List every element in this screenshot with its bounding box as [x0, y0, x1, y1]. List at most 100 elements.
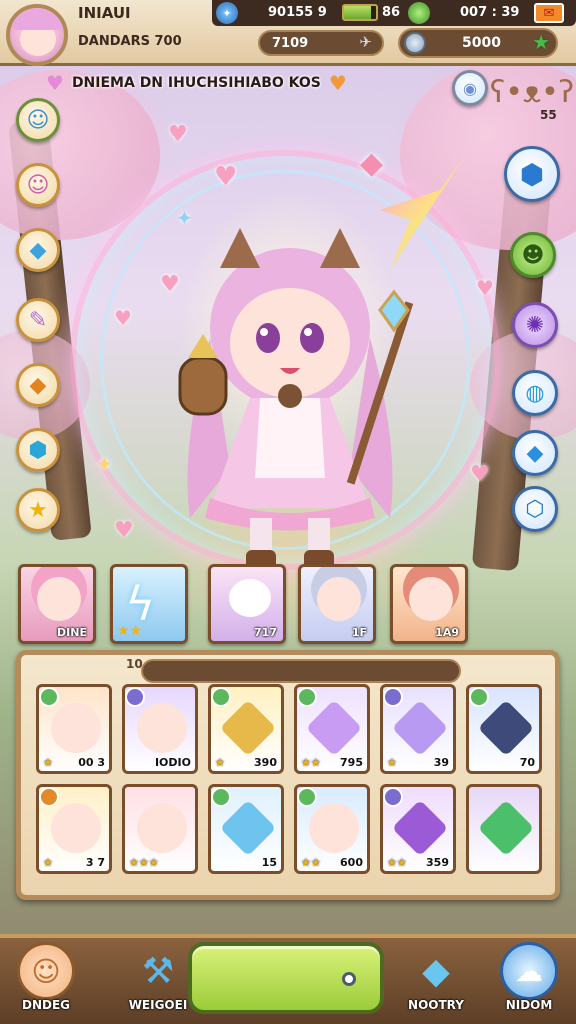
plane-icon[interactable]: ✈	[359, 33, 372, 51]
star-rating: ★★★	[129, 856, 159, 869]
inventory-card-blue-hair-girl[interactable]: ★★ 600	[294, 784, 370, 874]
feather-wand-icon[interactable]: ✎	[16, 298, 60, 342]
nav-nidom[interactable]: ☁ NIDOM	[490, 942, 568, 1012]
card-art	[391, 799, 449, 857]
stat-row: ✦ 90155 9 86 007 : 39 ✉	[212, 0, 576, 26]
card-label: 359	[426, 856, 449, 869]
player-title: DANDARS 700	[78, 34, 182, 49]
rarity-gem-icon	[39, 787, 59, 807]
card-art	[309, 803, 359, 853]
exp-value: 7109	[272, 36, 309, 51]
badge-count: 55	[540, 108, 557, 122]
roster-slot-lightning-crystal[interactable]: ϟ ★★	[110, 564, 188, 644]
nav-label: DNDEG	[21, 998, 70, 1012]
blue-hair-hero-icon[interactable]: ☺	[16, 98, 60, 142]
hammer-icon: ⚒	[141, 950, 175, 992]
avatar-hair	[12, 8, 64, 30]
star-rating: ★★	[117, 623, 143, 639]
roster-slot-white-mascot[interactable]: 717	[208, 564, 286, 644]
exp-box: 7109 ✈	[258, 30, 384, 56]
energy-fill	[344, 6, 372, 19]
heart-icon: ♥	[214, 162, 238, 192]
card-art	[477, 799, 535, 857]
green-orb-icon[interactable]	[408, 2, 430, 24]
rarity-gem-icon	[383, 687, 403, 707]
crystal-icon[interactable]: ◆	[16, 228, 60, 272]
card-label: 3 7	[85, 856, 105, 869]
portrait	[37, 577, 81, 621]
heart-icon: ♥	[46, 71, 64, 95]
inventory-card-purple-hair-girl[interactable]: IODIO	[122, 684, 198, 774]
indicator-dot	[342, 972, 356, 986]
roster-slot-silver-hair-girl[interactable]: 1F	[298, 564, 376, 644]
inventory-card-blonde-bow-girl[interactable]: ★ 3 7	[36, 784, 112, 874]
orb-icon[interactable]: ◉	[452, 70, 488, 106]
crystal-shard-icon: ◆	[422, 950, 450, 992]
card-label: 39	[433, 756, 449, 769]
blue-orb-icon[interactable]: ◍	[512, 370, 558, 416]
nav-label: WEIGOEI	[128, 998, 188, 1012]
card-art	[137, 803, 187, 853]
rarity-gem-icon	[469, 687, 489, 707]
sparkle-icon: ✦	[96, 452, 113, 476]
nav-label: NOOTRY	[408, 998, 464, 1012]
card-label: 600	[340, 856, 363, 869]
inventory-card-emerald-box[interactable]	[466, 784, 542, 874]
blue-crystal-icon[interactable]: ⬢	[504, 146, 560, 202]
roster-slot-pink-hair-girl[interactable]: DINE	[18, 564, 96, 644]
gold-star-icon[interactable]: ★	[16, 488, 60, 532]
inventory-card-dark-knight[interactable]: 70	[466, 684, 542, 774]
quest-banner[interactable]: ♥ DNIEMA DN IHUCHSIHIABO KOS ♥	[46, 70, 347, 96]
gold-value: 5000	[462, 35, 501, 51]
portrait	[409, 577, 453, 621]
heart-icon: ♥	[168, 122, 188, 147]
orange-gem-icon[interactable]: ◆	[16, 363, 60, 407]
heart-icon: ♥	[114, 306, 132, 330]
top-bar: INIAUI DANDARS 700 7109 ✈ ✦ 90155 9 86 0…	[0, 0, 576, 66]
roster-label: 1F	[351, 626, 367, 639]
roster-label: 717	[254, 626, 277, 639]
card-label: 70	[519, 756, 535, 769]
gold-box: 5000 ★	[398, 28, 558, 58]
card-art	[219, 699, 277, 757]
star-plus-icon[interactable]: ★	[532, 30, 550, 54]
mail-icon[interactable]: ✉	[534, 3, 564, 23]
card-art	[391, 699, 449, 757]
inventory-card-cat-ear-girl[interactable]: ★ 00 3	[36, 684, 112, 774]
inventory-card-golden-amulet[interactable]: ★ 390	[208, 684, 284, 774]
inventory-card-purple-crystal[interactable]: ★★ 795	[294, 684, 370, 774]
rarity-gem-icon	[211, 687, 231, 707]
nav-notry[interactable]: ◆ NOOTRY	[396, 942, 476, 1013]
inventory-card-water-drop[interactable]: 15	[208, 784, 284, 874]
rarity-gem-icon	[39, 687, 59, 707]
inventory-card-magic-staff[interactable]: ★★ 359	[380, 784, 456, 874]
card-label: IODIO	[154, 756, 191, 769]
card-art	[137, 703, 187, 753]
globe-icon[interactable]: ✦	[216, 2, 238, 24]
purple-rune-icon[interactable]: ✺	[512, 302, 558, 348]
hero-character	[178, 228, 414, 572]
stat2-value: 86	[382, 5, 401, 20]
sapphire-icon[interactable]: ⬡	[512, 486, 558, 532]
nav-weapon[interactable]: ⚒ WEIGOEI	[118, 942, 198, 1013]
game-scene: ♥ ♥ ♥ ♥ ♥ ♥ ♥ ◆ ✦ ✦ INIAUI DANDARS 700 7…	[0, 0, 576, 1024]
pink-hair-hero-icon[interactable]: ☺	[16, 163, 60, 207]
rarity-gem-icon	[211, 787, 231, 807]
rarity-gem-icon	[125, 687, 145, 707]
card-label: 795	[340, 756, 363, 769]
blue-diamond-icon[interactable]: ◆	[512, 430, 558, 476]
timer-value: 007 : 39	[460, 5, 520, 20]
green-creature-icon[interactable]: ☻	[510, 232, 556, 278]
card-art	[477, 699, 535, 757]
roster-slot-headband-girl[interactable]: 1A9	[390, 564, 468, 644]
blue-gem-icon[interactable]: ⬢	[16, 428, 60, 472]
inventory-tab-bar[interactable]	[141, 659, 461, 683]
inventory-card-violet-shard[interactable]: ★ 39	[380, 684, 456, 774]
main-action-button[interactable]	[188, 942, 384, 1014]
cloud-icon: ☁	[500, 942, 558, 1000]
coin-icon	[404, 32, 426, 54]
portrait	[317, 577, 361, 621]
player-avatar[interactable]	[6, 4, 68, 66]
inventory-card-black-hair-girl[interactable]: ★★★	[122, 784, 198, 874]
nav-hero[interactable]: ☺ DNDEG	[8, 942, 84, 1012]
